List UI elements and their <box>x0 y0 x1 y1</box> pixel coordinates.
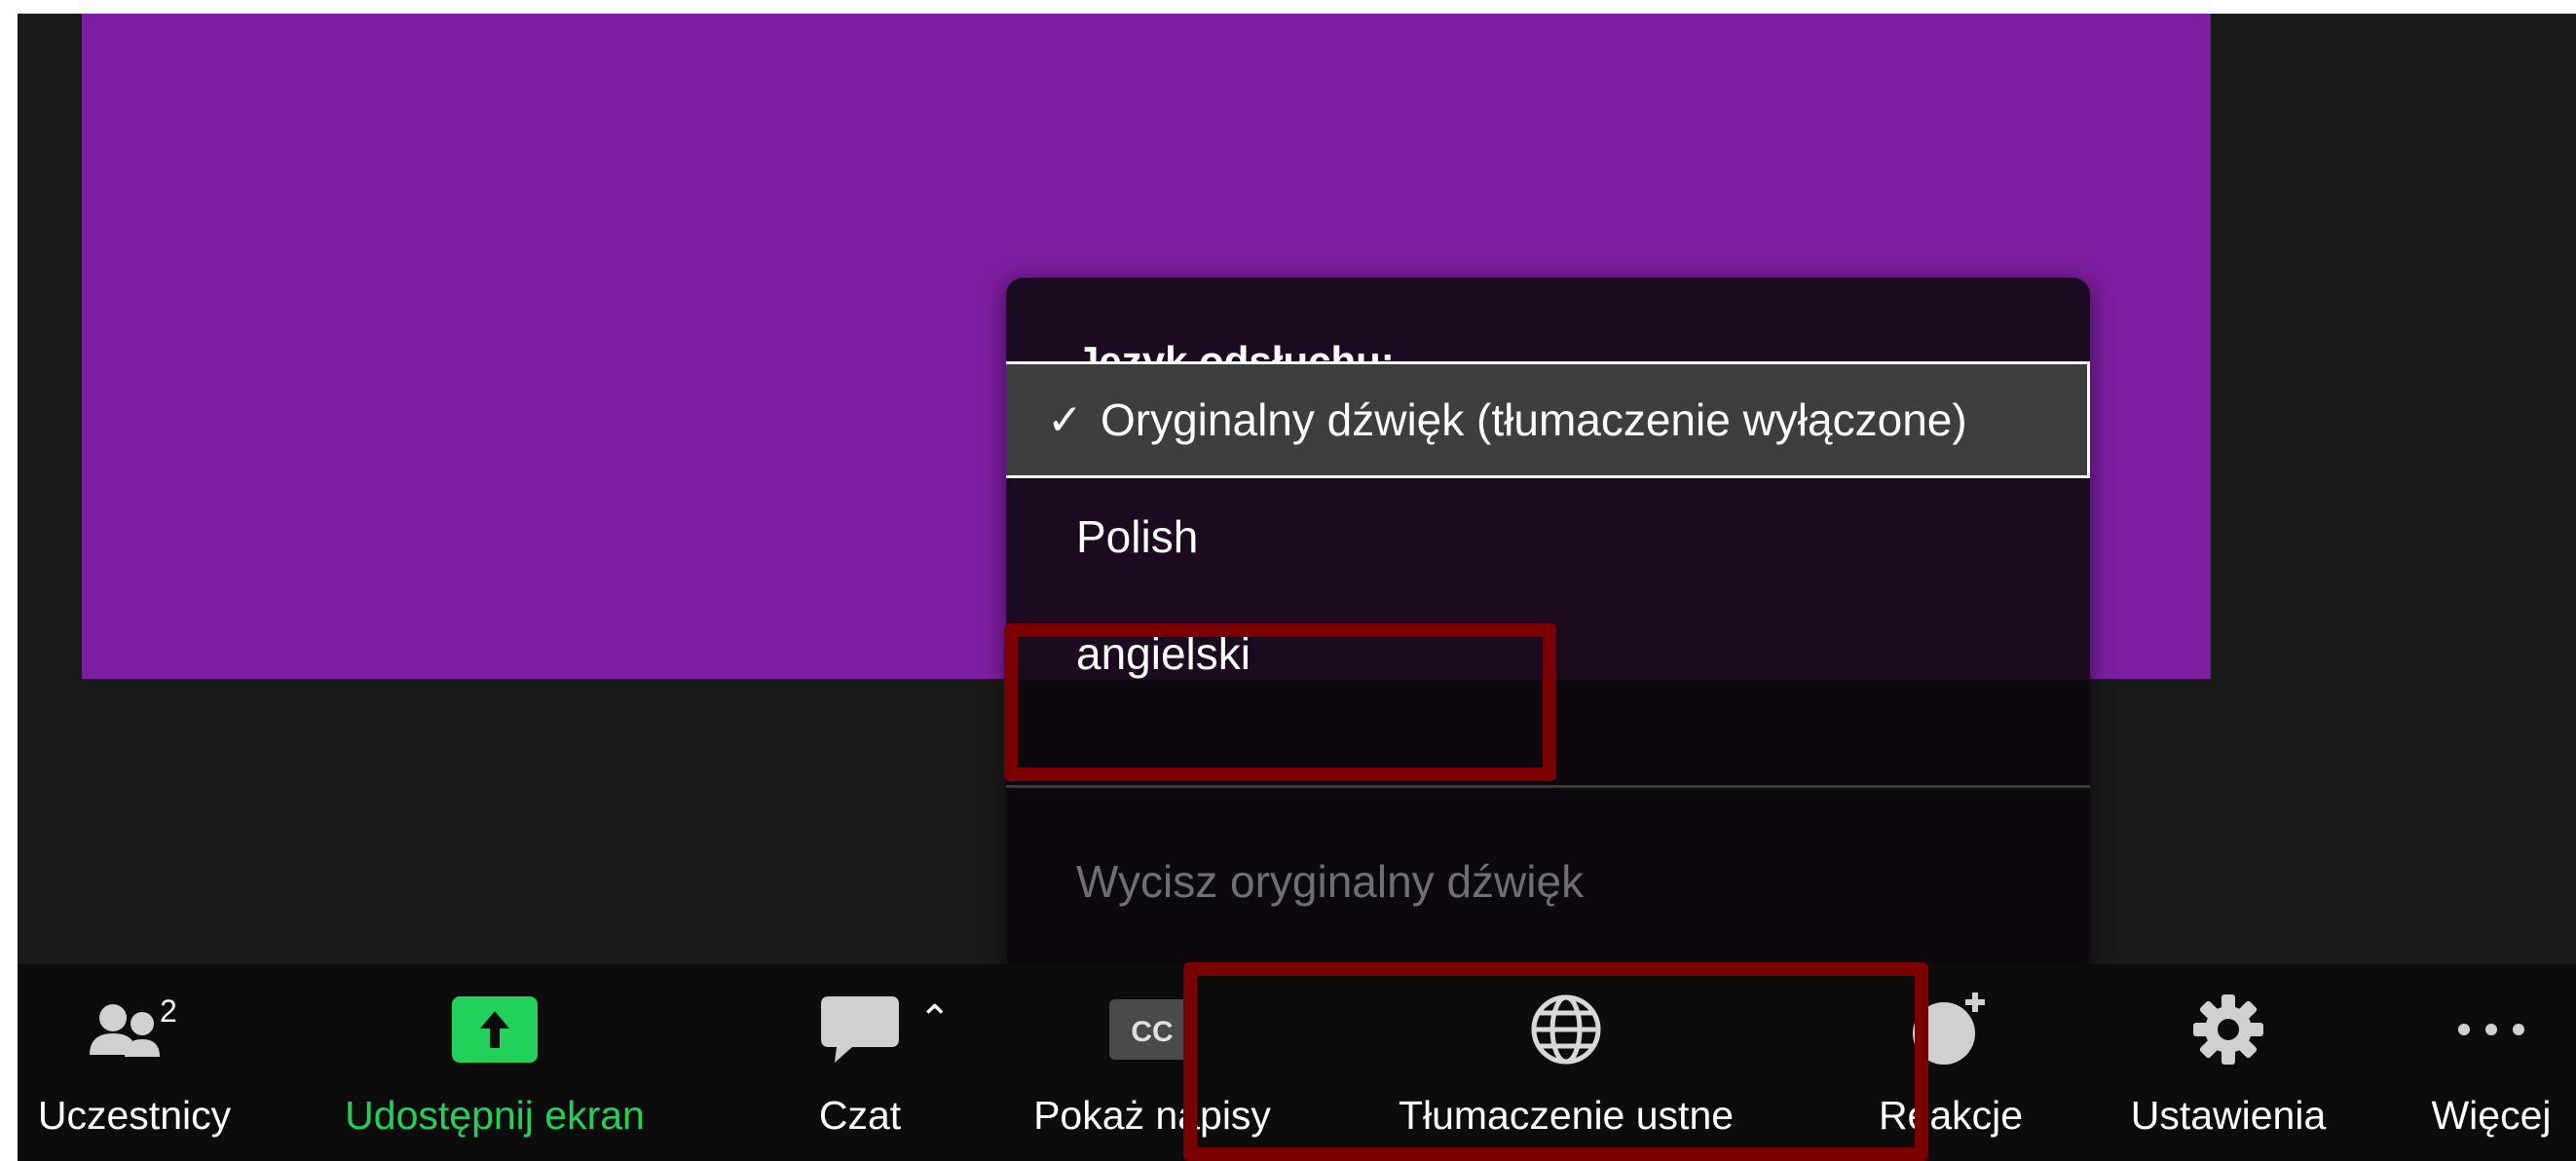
share-screen-button[interactable]: Udostępnij ekran <box>310 964 680 1161</box>
more-button[interactable]: Więcej <box>2413 964 2569 1161</box>
menu-item-label: Polish <box>1076 511 1199 562</box>
menu-item-mute-original[interactable]: Wycisz oryginalny dźwięk <box>1006 823 2090 940</box>
highlight-box-english <box>1004 623 1556 781</box>
menu-item-original-audio[interactable]: ✓ Oryginalny dźwięk (tłumaczenie wyłączo… <box>1006 361 2090 478</box>
menu-item-label: Wycisz oryginalny dźwięk <box>1076 856 1585 907</box>
chat-button[interactable]: Czat <box>763 964 957 1161</box>
cc-icon-text: CC <box>1131 1016 1173 1048</box>
participants-label: Uczestnicy <box>37 1093 232 1138</box>
more-label: Więcej <box>2431 1093 2552 1138</box>
share-screen-icon <box>446 986 543 1073</box>
participants-button[interactable]: 2 Uczestnicy <box>18 964 251 1161</box>
chat-label: Czat <box>818 1093 902 1138</box>
more-dots-icon <box>2443 986 2540 1073</box>
menu-divider <box>1006 785 2090 788</box>
highlight-box-interpretation <box>1183 962 1928 1161</box>
participants-count: 2 <box>160 993 177 1029</box>
settings-button[interactable]: Ustawienia <box>2092 964 2365 1161</box>
check-icon: ✓ <box>1047 394 1083 445</box>
participants-icon: 2 <box>86 986 183 1073</box>
share-screen-label: Udostępnij ekran <box>345 1093 645 1138</box>
chat-options-chevron-up-icon[interactable]: ⌃ <box>918 997 952 1042</box>
settings-label: Ustawienia <box>2130 1093 2327 1138</box>
gear-icon <box>2180 986 2277 1073</box>
menu-item-polish[interactable]: Polish <box>1006 478 2090 595</box>
menu-item-label: Oryginalny dźwięk (tłumaczenie wyłączone… <box>1101 394 1967 445</box>
chat-icon <box>811 986 909 1073</box>
